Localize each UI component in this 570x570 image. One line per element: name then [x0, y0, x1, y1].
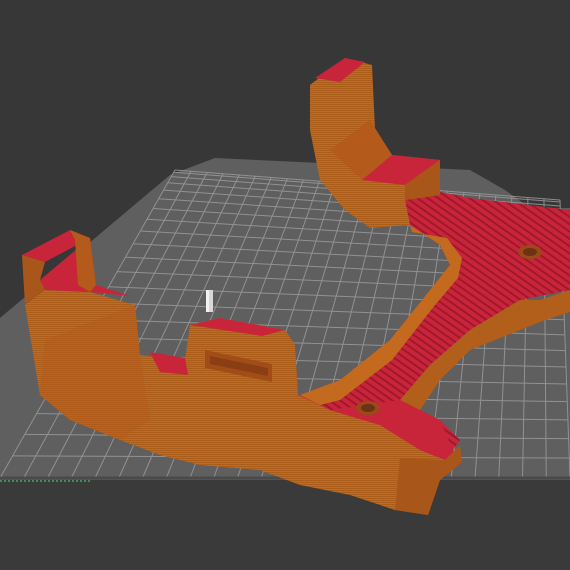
screw-hole-far[interactable] [518, 245, 542, 259]
bed-front-edge [0, 480, 570, 570]
wipe-tower[interactable] [206, 290, 213, 312]
3d-viewport[interactable] [0, 0, 570, 570]
slicer-scene[interactable] [0, 0, 570, 570]
screw-hole-near[interactable] [356, 401, 380, 415]
